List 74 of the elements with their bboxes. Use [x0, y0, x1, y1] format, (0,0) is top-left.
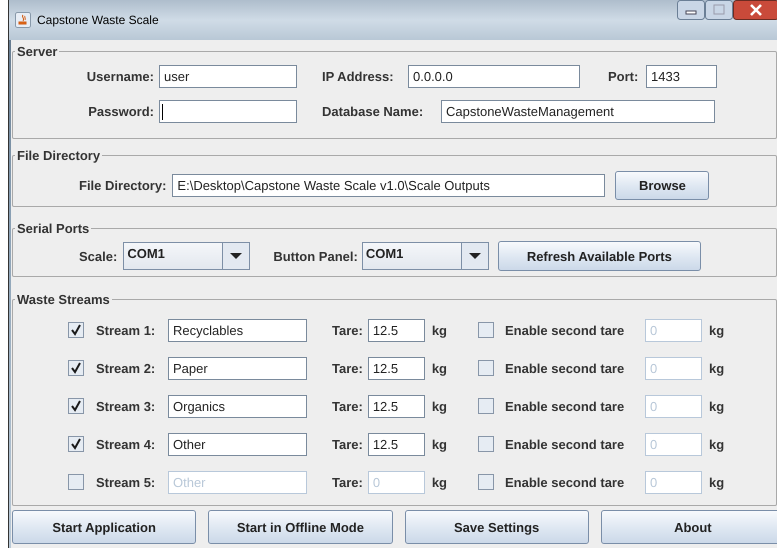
stream-label: Stream 4: — [96, 436, 156, 452]
unit-label: kg — [432, 398, 447, 414]
maximize-icon — [705, 0, 733, 20]
tare-label: Tare: — [332, 398, 363, 414]
field-label: Database Name: — [322, 104, 424, 119]
username-field[interactable]: user — [159, 65, 297, 88]
field-label: Password: — [87, 104, 154, 119]
minimize-icon[interactable] — [677, 0, 705, 20]
checkbox[interactable] — [68, 360, 84, 376]
action-button[interactable]: Save Settings — [404, 510, 589, 544]
stream-label: Stream 5: — [96, 474, 156, 490]
stream-name-field[interactable]: Recyclables — [168, 318, 307, 342]
section-title: Serial Ports — [16, 221, 90, 236]
unit-label: kg — [432, 474, 447, 490]
database-name-field[interactable]: CapstoneWasteManagement — [441, 100, 715, 123]
field-label: Username: — [86, 69, 154, 84]
port-field[interactable]: 1433 — [646, 65, 717, 88]
close-icon[interactable] — [733, 0, 777, 20]
field-label: Button Panel: — [273, 248, 358, 264]
field-label: File Directory: — [79, 178, 166, 193]
checkbox[interactable] — [68, 474, 84, 490]
action-button[interactable]: Start Application — [12, 510, 196, 544]
tare-label: Tare: — [332, 474, 363, 490]
unit-label: kg — [709, 360, 724, 376]
field-label: Scale: — [79, 248, 118, 264]
field-label: IP Address: — [322, 69, 395, 84]
section-title: Waste Streams — [16, 292, 111, 307]
ip-address-field[interactable]: 0.0.0.0 — [408, 65, 580, 88]
stream-label: Stream 3: — [96, 398, 156, 414]
caret-icon[interactable] — [222, 242, 250, 270]
unit-label: kg — [709, 398, 724, 414]
checkbox[interactable] — [68, 436, 84, 452]
tare-label: Tare: — [332, 436, 363, 452]
tare-field[interactable]: 12.5 — [368, 394, 425, 418]
checkbox[interactable] — [68, 398, 84, 414]
unit-label: kg — [709, 474, 724, 490]
directory-field[interactable]: E:\Desktop\Capstone Waste Scale v1.0\Scale Outputs — [172, 174, 606, 197]
unit-label: kg — [432, 360, 447, 376]
window-title: Capstone Waste Scale — [37, 13, 159, 27]
checkbox[interactable] — [478, 474, 494, 490]
section-title: Server — [16, 44, 58, 59]
stream-label: Stream 2: — [96, 360, 156, 376]
stream-name-field[interactable]: Other — [168, 432, 307, 456]
second-tare-label: Enable second tare — [505, 436, 626, 452]
unit-label: kg — [432, 322, 447, 338]
stream-label: Stream 1: — [96, 322, 156, 338]
stream-name-field[interactable]: Paper — [168, 356, 307, 380]
second-tare-label: Enable second tare — [505, 360, 626, 376]
tare-label: Tare: — [332, 322, 363, 338]
action-button[interactable]: Start in Offline Mode — [208, 510, 392, 544]
unit-label: kg — [432, 436, 447, 452]
action-button[interactable]: About — [600, 510, 777, 544]
section-title: File Directory — [16, 148, 102, 163]
browse-button[interactable]: Browse — [615, 171, 710, 200]
tare-field[interactable]: 12.5 — [368, 318, 425, 342]
field-label: Port: — [608, 69, 640, 84]
second-tare-label: Enable second tare — [505, 398, 626, 414]
refresh-ports-button[interactable]: Refresh Available Ports — [498, 241, 701, 271]
checkbox[interactable] — [478, 398, 494, 414]
second-tare-label: Enable second tare — [505, 474, 626, 490]
stream-name-field[interactable]: Organics — [168, 394, 307, 418]
tare-field[interactable]: 12.5 — [368, 432, 425, 456]
checkbox[interactable] — [478, 360, 494, 376]
unit-label: kg — [709, 436, 724, 452]
tare-field[interactable]: 12.5 — [368, 356, 425, 380]
checkbox[interactable] — [478, 436, 494, 452]
unit-label: kg — [709, 322, 724, 338]
checkbox[interactable] — [68, 322, 84, 338]
second-tare-label: Enable second tare — [505, 322, 626, 338]
password-field[interactable] — [159, 100, 297, 123]
tare-label: Tare: — [332, 360, 363, 376]
checkbox[interactable] — [478, 322, 494, 338]
cup-icon — [15, 12, 31, 28]
caret-icon[interactable] — [460, 242, 489, 270]
